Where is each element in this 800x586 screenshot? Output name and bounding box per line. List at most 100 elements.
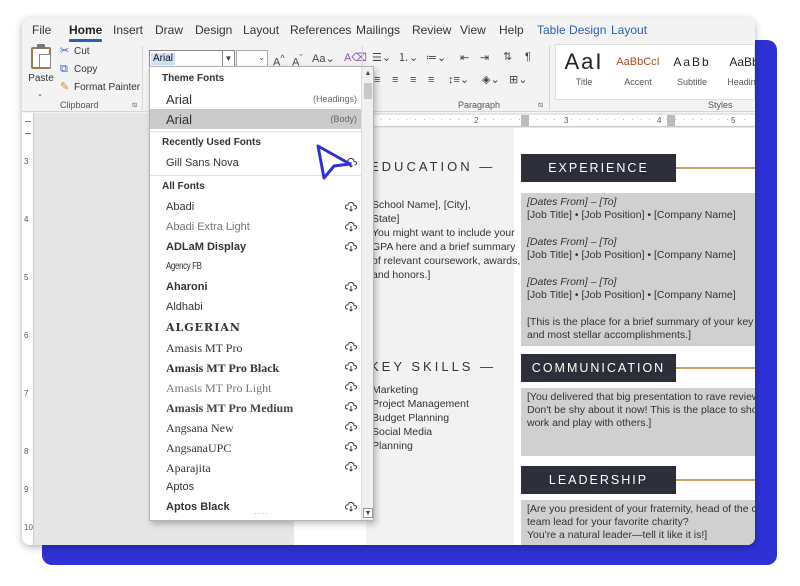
horizontal-ruler: ········································… [367, 115, 755, 127]
cut-button[interactable]: ✂ Cut [60, 46, 90, 58]
font-option-adlam-display[interactable]: ADLaM Display [150, 237, 363, 257]
tab-draw[interactable]: Draw [155, 23, 183, 37]
pilcrow-icon[interactable]: ¶ [525, 52, 531, 63]
font-option-aharoni[interactable]: Aharoni [150, 277, 363, 297]
decrease-indent-icon[interactable]: ⇤ [460, 53, 469, 64]
style-title[interactable]: AaI Title [558, 47, 610, 97]
font-option-aldhabi[interactable]: Aldhabi [150, 297, 363, 317]
ruler-number: 3 [24, 157, 29, 166]
font-option-abadi-extra-light[interactable]: Abadi Extra Light [150, 217, 363, 237]
cloud-download-icon [345, 301, 357, 312]
styles-gallery: AaI Title AaBbCcI Accent AaBb Subtitle A… [555, 44, 755, 100]
ruler-number: 6 [24, 331, 29, 340]
chevron-down-icon[interactable]: ▼ [222, 51, 234, 67]
font-option-abadi[interactable]: Abadi [150, 197, 363, 217]
key-skills-list[interactable]: Marketing Project Management Budget Plan… [372, 383, 469, 453]
indent-marker[interactable] [521, 115, 529, 126]
date-range: [Dates From] – [To] [527, 196, 617, 208]
tab-file[interactable]: File [32, 23, 51, 37]
tab-table-layout[interactable]: Layout [611, 23, 647, 37]
change-case-icon[interactable]: Aa⌄ [312, 54, 335, 65]
menu-bar: File Home Insert Draw Design Layout Refe… [22, 18, 755, 42]
style-subtitle[interactable]: AaBb Subtitle [666, 47, 718, 97]
ruler-number: 9 [24, 485, 29, 494]
tab-home[interactable]: Home [69, 23, 103, 42]
tab-layout[interactable]: Layout [243, 23, 279, 37]
communication-text: work and play with others.] [527, 417, 652, 429]
font-option-aparajita[interactable]: Aparajita [150, 457, 363, 477]
cut-label: Cut [74, 46, 90, 57]
cloud-download-icon [345, 221, 357, 232]
font-option-amasis-mt-pro-light[interactable]: Amasis MT Pro Light [150, 377, 363, 397]
scrollbar-thumb[interactable] [364, 83, 372, 99]
ruler-tick [25, 121, 31, 122]
style-heading[interactable]: AaBb Heading [718, 47, 755, 97]
tab-references[interactable]: References [290, 23, 351, 37]
clipboard-launcher-icon[interactable]: ⧅ [132, 100, 137, 110]
multilevel-list-icon[interactable]: ≔⌄ [426, 53, 446, 64]
line-spacing-icon[interactable]: ↕≡⌄ [448, 75, 469, 86]
copy-label: Copy [74, 64, 98, 75]
tab-view[interactable]: View [460, 23, 486, 37]
increase-indent-icon[interactable]: ⇥ [480, 53, 489, 64]
justify-icon[interactable]: ≡ [428, 75, 434, 86]
chevron-down-icon[interactable]: ⌄ [37, 91, 43, 98]
font-option-arial-body[interactable]: Arial (Body) [150, 109, 363, 129]
clear-formatting-icon[interactable]: A⌫ [344, 53, 367, 64]
shading-icon[interactable]: ◈⌄ [482, 75, 500, 86]
ruler-number: 4 [24, 215, 29, 224]
paste-label: Paste [28, 73, 54, 84]
paragraph-launcher-icon[interactable]: ⧅ [538, 100, 543, 110]
font-option-algerian[interactable]: ALGERIAN [150, 317, 363, 337]
sort-icon[interactable]: ⇅ [503, 52, 512, 63]
paste-button[interactable]: Paste ⌄ [27, 44, 55, 98]
clipboard-group-label: Clipboard [60, 100, 99, 110]
font-option-amasis-mt-pro-black[interactable]: Amasis MT Pro Black [150, 357, 363, 377]
date-range: [Dates From] – [To] [527, 276, 617, 288]
font-option-amasis-mt-pro-medium[interactable]: Amasis MT Pro Medium [150, 397, 363, 417]
copy-button[interactable]: ⧉ Copy [60, 64, 98, 76]
align-right-icon[interactable]: ≡ [410, 75, 416, 86]
leadership-text: You're a natural leader—tell it like it … [527, 529, 708, 541]
numbering-icon[interactable]: ⒈⌄ [398, 53, 418, 64]
scroll-down-icon[interactable]: ▼ [363, 508, 373, 518]
font-option-agency-fb[interactable]: Agency FB [150, 257, 363, 277]
paintbrush-icon: ✎ [60, 81, 70, 93]
clipboard-icon [31, 44, 51, 69]
tab-help[interactable]: Help [499, 23, 524, 37]
tab-mailings[interactable]: Mailings [356, 23, 400, 37]
ruler-number: 5 [24, 273, 29, 282]
column-marker[interactable] [667, 115, 675, 126]
tab-insert[interactable]: Insert [113, 23, 143, 37]
cloud-download-icon [345, 201, 357, 212]
align-center-icon[interactable]: ≡ [392, 75, 398, 86]
tab-table-design[interactable]: Table Design [537, 23, 606, 37]
font-option-arial-headings[interactable]: Arial (Headings) [150, 89, 363, 109]
cloud-download-icon [345, 421, 357, 432]
bullets-icon[interactable]: ☰⌄ [372, 53, 391, 64]
ruler-number: 3 [562, 116, 571, 125]
font-option-angsana-new[interactable]: Angsana New [150, 417, 363, 437]
document-workspace: 3 4 5 6 7 8 9 10 ·······················… [22, 113, 755, 545]
tab-review[interactable]: Review [412, 23, 451, 37]
resize-grip-icon[interactable]: ···· [254, 509, 269, 518]
dropdown-scrollbar[interactable]: ▲ ▼ [361, 67, 373, 520]
format-painter-button[interactable]: ✎ Format Painter [60, 81, 140, 94]
cloud-download-icon [345, 401, 357, 412]
cloud-download-icon [345, 341, 357, 352]
font-option-angsanaupc[interactable]: AngsanaUPC [150, 437, 363, 457]
heading-rule [676, 167, 755, 169]
font-dropdown-list[interactable]: Theme Fonts Arial (Headings) Arial (Body… [149, 66, 374, 521]
chevron-down-icon[interactable]: ⌄ [258, 53, 265, 62]
tab-design[interactable]: Design [195, 23, 232, 37]
style-accent[interactable]: AaBbCcI Accent [612, 47, 664, 97]
heading-rule [676, 367, 755, 369]
ruler-number: 5 [729, 116, 738, 125]
font-option-aptos[interactable]: Aptos [150, 477, 363, 497]
scroll-up-icon[interactable]: ▲ [363, 69, 373, 79]
ribbon-separator [142, 46, 143, 110]
borders-icon[interactable]: ⊞⌄ [509, 75, 527, 86]
education-text[interactable]: School Name], [City], State] You might w… [372, 198, 520, 282]
font-option-amasis-mt-pro[interactable]: Amasis MT Pro [150, 337, 363, 357]
align-left-icon[interactable]: ≡ [374, 75, 380, 86]
